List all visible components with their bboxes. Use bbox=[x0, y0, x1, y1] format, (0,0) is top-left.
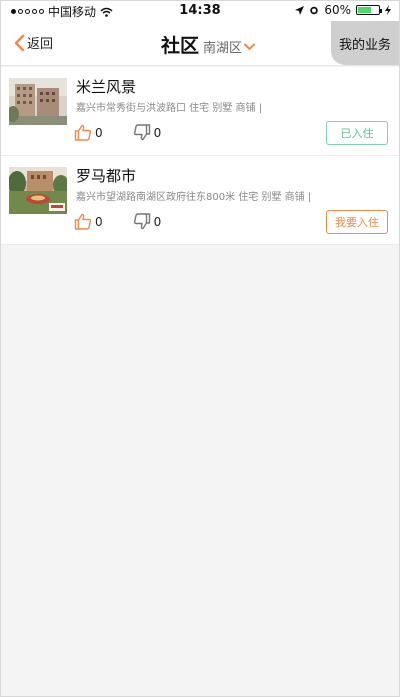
vote-row: 0 0 bbox=[74, 124, 161, 141]
dislike-button[interactable]: 0 bbox=[133, 124, 162, 141]
chevron-left-icon bbox=[14, 34, 25, 51]
app-screen: 中国移动 14:38 60% 返回 社区 南湖区 我的业务 米兰风景 嘉兴市常秀… bbox=[0, 0, 400, 697]
alarm-icon bbox=[310, 6, 319, 15]
status-bar: 中国移动 14:38 60% bbox=[1, 1, 399, 21]
community-name: 米兰风景 bbox=[76, 78, 137, 96]
community-thumbnail bbox=[9, 78, 67, 125]
thumbs-up-icon bbox=[74, 124, 92, 141]
my-business-button[interactable]: 我的业务 bbox=[331, 21, 399, 65]
joined-button[interactable]: 已入住 bbox=[326, 121, 388, 145]
community-address: 嘉兴市常秀街与洪波路口 住宅 别墅 商铺 | bbox=[76, 103, 263, 114]
thumbs-down-icon bbox=[133, 213, 150, 230]
community-list: 米兰风景 嘉兴市常秀街与洪波路口 住宅 别墅 商铺 | 0 0 已入住 罗马都市… bbox=[1, 67, 399, 245]
community-thumbnail bbox=[9, 167, 67, 214]
like-count: 0 bbox=[95, 214, 103, 229]
like-count: 0 bbox=[95, 125, 103, 140]
back-label: 返回 bbox=[27, 37, 54, 52]
like-button[interactable]: 0 bbox=[74, 213, 103, 230]
location-arrow-icon bbox=[295, 5, 305, 15]
chevron-down-icon bbox=[244, 43, 256, 50]
region-selector[interactable]: 南湖区 bbox=[203, 37, 256, 56]
community-name: 罗马都市 bbox=[76, 167, 137, 185]
community-address: 嘉兴市望湖路南湖区政府往东800米 住宅 别墅 商铺 | bbox=[76, 192, 312, 203]
thumbs-up-icon bbox=[74, 213, 92, 230]
charging-icon bbox=[385, 5, 391, 15]
dislike-count: 0 bbox=[153, 125, 162, 140]
join-button[interactable]: 我要入住 bbox=[326, 210, 388, 234]
nav-bar: 返回 社区 南湖区 我的业务 bbox=[1, 21, 399, 66]
dislike-button[interactable]: 0 bbox=[133, 213, 162, 230]
battery-icon bbox=[356, 5, 382, 15]
community-item[interactable]: 米兰风景 嘉兴市常秀街与洪波路口 住宅 别墅 商铺 | 0 0 已入住 bbox=[1, 67, 399, 156]
community-item[interactable]: 罗马都市 嘉兴市望湖路南湖区政府往东800米 住宅 别墅 商铺 | 0 0 我要… bbox=[1, 156, 399, 245]
thumbs-down-icon bbox=[133, 124, 150, 141]
battery-percent: 60% bbox=[324, 3, 351, 17]
dislike-count: 0 bbox=[153, 214, 162, 229]
vote-row: 0 0 bbox=[74, 213, 161, 230]
back-button[interactable]: 返回 bbox=[13, 33, 53, 52]
title-area: 社区 南湖区 bbox=[161, 31, 256, 58]
like-button[interactable]: 0 bbox=[74, 124, 103, 141]
status-right: 60% bbox=[295, 3, 391, 17]
region-label: 南湖区 bbox=[203, 41, 243, 56]
page-title: 社区 bbox=[161, 35, 200, 57]
